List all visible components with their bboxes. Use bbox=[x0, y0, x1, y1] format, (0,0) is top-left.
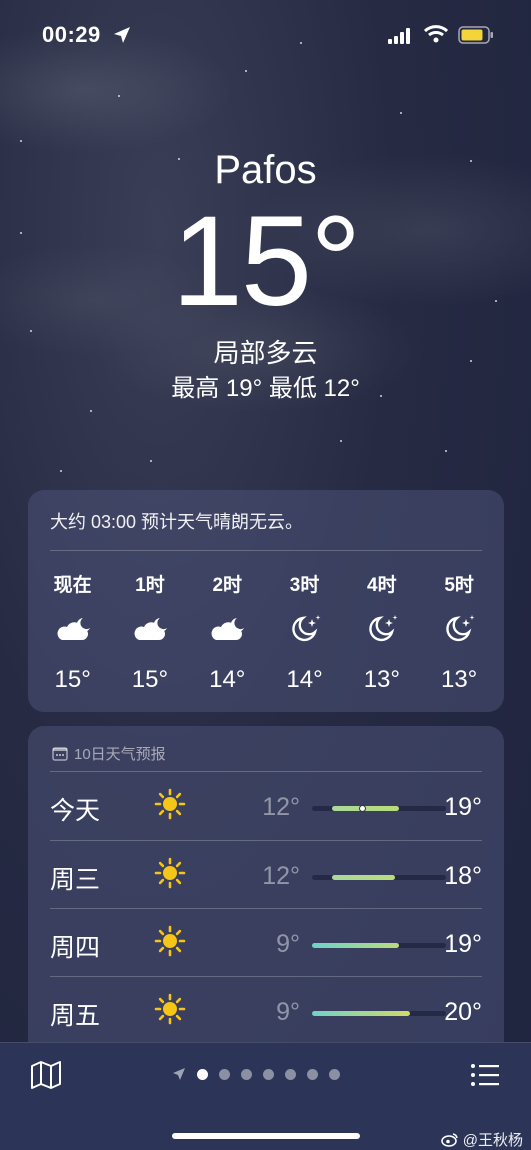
low-temperature: 9° bbox=[276, 930, 300, 958]
temperature-range-bar bbox=[312, 805, 446, 812]
watermark: @王秋杨 bbox=[440, 1129, 523, 1150]
weibo-logo-icon bbox=[440, 1133, 458, 1147]
status-time: 00:29 bbox=[42, 22, 101, 47]
temperature-range-fill bbox=[332, 875, 396, 880]
forecast-day-row[interactable]: 周三 12° 18° bbox=[50, 841, 482, 909]
hour-label: 4时 bbox=[367, 575, 397, 596]
ten-day-title: 10日天气预报 bbox=[74, 746, 166, 763]
partly-cloudy-night-icon bbox=[130, 614, 170, 649]
location-arrow-icon bbox=[114, 27, 130, 43]
sun-icon bbox=[154, 925, 186, 962]
home-indicator[interactable] bbox=[172, 1133, 360, 1139]
page-dot[interactable] bbox=[285, 1068, 296, 1080]
hourly-list[interactable]: 现在 15° 1时 15° 2时 14° 3时 14° 4时 13° 5时 13° bbox=[34, 570, 498, 700]
ten-day-forecast-card[interactable]: 10日天气预报 今天 12° 19° 周三 12° 18° 周四 9° 19° 周五 9° 20° bbox=[28, 726, 504, 1056]
low-temperature: 12° bbox=[262, 793, 300, 821]
star bbox=[90, 410, 92, 412]
calendar-icon bbox=[52, 747, 68, 761]
page-dot[interactable] bbox=[241, 1068, 252, 1080]
watermark-text: @王秋杨 bbox=[462, 1132, 523, 1149]
hour-label: 现在 bbox=[53, 575, 92, 596]
sun-icon bbox=[154, 788, 186, 825]
star bbox=[150, 460, 152, 462]
hour-item: 5时 13° bbox=[420, 570, 497, 700]
hour-label: 2时 bbox=[212, 575, 243, 596]
day-label: 周五 bbox=[50, 1002, 101, 1030]
wifi-icon bbox=[424, 25, 448, 43]
divider bbox=[50, 550, 482, 551]
forecast-day-row[interactable]: 今天 12° 19° bbox=[50, 772, 482, 840]
weather-condition: 局部多云 bbox=[213, 338, 318, 368]
temperature-range-fill bbox=[312, 1011, 410, 1016]
hour-label: 1时 bbox=[135, 575, 165, 596]
high-low-temperature: 最高 19° 最低 12° bbox=[171, 375, 360, 402]
page-indicator[interactable] bbox=[172, 1067, 340, 1081]
hour-temperature: 13° bbox=[363, 666, 400, 693]
star bbox=[445, 450, 447, 452]
forecast-summary: 大约 03:00 预计天气晴朗无云。 bbox=[50, 512, 304, 532]
temperature-range-bar bbox=[312, 875, 446, 880]
star bbox=[30, 330, 32, 332]
page-dot[interactable] bbox=[263, 1068, 274, 1080]
day-label: 周四 bbox=[50, 934, 101, 962]
hourly-forecast-card[interactable]: 大约 03:00 预计天气晴朗无云。 现在 15° 1时 15° 2时 14° 3时 14° 4… bbox=[28, 490, 504, 712]
clear-night-icon bbox=[285, 614, 325, 649]
hour-item: 2时 14° bbox=[189, 570, 266, 700]
map-icon[interactable] bbox=[30, 1060, 62, 1090]
page-dot[interactable] bbox=[329, 1068, 340, 1080]
low-temperature: 12° bbox=[262, 862, 300, 890]
partly-cloudy-night-icon bbox=[53, 614, 93, 649]
temperature-range-bar bbox=[312, 943, 446, 948]
high-temperature: 18° bbox=[444, 862, 482, 890]
cellular-signal-icon bbox=[388, 28, 410, 44]
hour-label: 3时 bbox=[289, 575, 320, 596]
city-name: Pafos bbox=[214, 148, 317, 192]
star bbox=[340, 440, 342, 442]
hour-temperature: 15° bbox=[131, 666, 169, 693]
hour-item: 1时 15° bbox=[111, 570, 188, 700]
partly-cloudy-night-icon bbox=[207, 614, 247, 649]
temperature-range-bar bbox=[312, 1011, 446, 1016]
temperature-range-fill bbox=[312, 943, 400, 948]
star bbox=[60, 470, 62, 472]
hour-temperature: 13° bbox=[440, 666, 478, 693]
high-temperature: 19° bbox=[444, 793, 482, 821]
hour-temperature: 14° bbox=[209, 666, 246, 693]
hour-temperature: 14° bbox=[286, 666, 323, 693]
sun-icon bbox=[154, 993, 186, 1030]
hour-item: 3时 14° bbox=[266, 570, 343, 700]
page-dot[interactable] bbox=[307, 1068, 318, 1080]
high-temperature: 20° bbox=[444, 998, 482, 1026]
bottom-toolbar: @王秋杨 bbox=[0, 1042, 531, 1150]
high-temperature: 19° bbox=[444, 930, 482, 958]
current-temperature: 15° bbox=[171, 190, 362, 333]
page-dot[interactable] bbox=[197, 1068, 208, 1080]
day-label: 周三 bbox=[50, 866, 101, 894]
hour-label: 5时 bbox=[444, 575, 474, 596]
star bbox=[20, 140, 22, 142]
clear-night-icon bbox=[362, 614, 402, 649]
day-label: 今天 bbox=[50, 797, 101, 825]
star bbox=[400, 112, 402, 114]
hour-temperature: 15° bbox=[54, 666, 91, 693]
star bbox=[245, 70, 247, 72]
hour-item: 现在 15° bbox=[34, 570, 111, 700]
ten-day-header: 10日天气预报 bbox=[52, 743, 166, 764]
status-bar: 00:29 bbox=[0, 0, 531, 70]
low-temperature: 9° bbox=[276, 998, 300, 1026]
current-location-icon bbox=[173, 1068, 185, 1080]
forecast-day-row[interactable]: 周四 9° 19° bbox=[50, 909, 482, 977]
forecast-day-row[interactable]: 周五 9° 20° bbox=[50, 977, 482, 1045]
battery-icon bbox=[458, 26, 493, 44]
hour-item: 4时 13° bbox=[343, 570, 420, 700]
list-icon[interactable] bbox=[470, 1063, 500, 1087]
page-dot[interactable] bbox=[219, 1068, 230, 1080]
clear-night-icon bbox=[439, 614, 479, 649]
sun-icon bbox=[154, 857, 186, 894]
star bbox=[118, 95, 120, 97]
